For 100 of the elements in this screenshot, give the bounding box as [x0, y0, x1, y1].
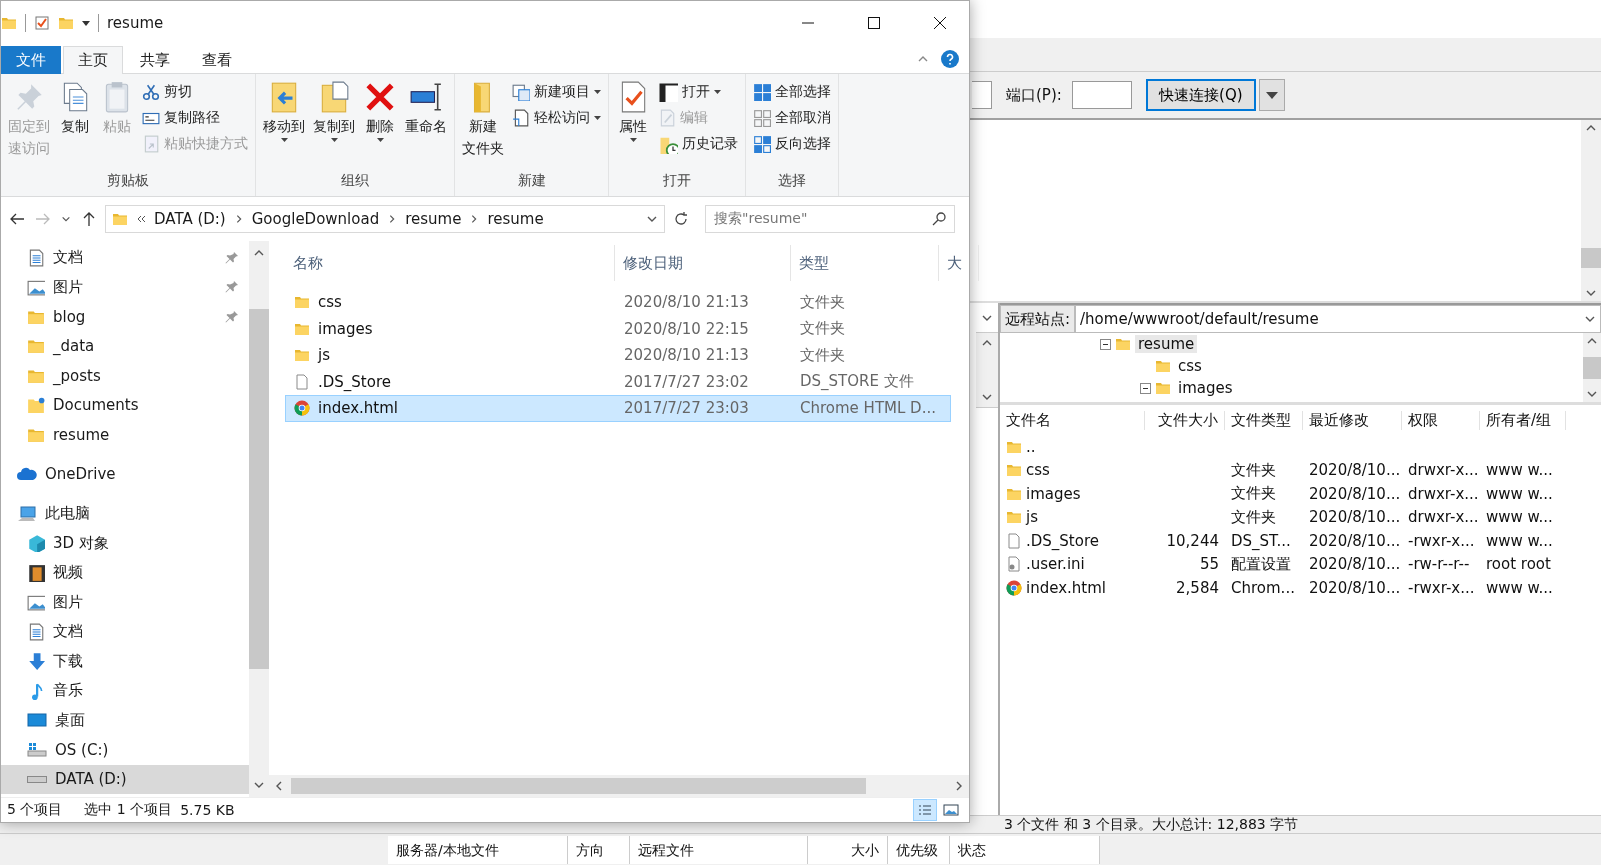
ribbon-tab[interactable]: 主页 [63, 46, 123, 74]
caret-down-icon [1265, 91, 1278, 99]
folder-icon [294, 294, 310, 311]
file-icon [1006, 532, 1022, 549]
nav-item[interactable]: 视频 [1, 558, 249, 588]
ribbon-button[interactable]: 反向选择 [750, 132, 834, 156]
ribbon-button[interactable]: 全部选择 [750, 80, 834, 104]
file-type: 文件夹 [800, 319, 845, 339]
nav-item[interactable]: 图片 [1, 587, 249, 617]
file-row[interactable]: images 2020/8/10 22:15 文件夹 [285, 315, 951, 342]
file-row[interactable]: index.html 2017/7/27 23:03 Chrome HTML D... [285, 395, 951, 422]
host-field[interactable] [972, 81, 992, 109]
folder-icon [1, 15, 17, 31]
nav-item[interactable]: Documents [1, 390, 249, 420]
column-header[interactable]: 大 [939, 245, 979, 281]
file-name[interactable]: images [1026, 484, 1081, 503]
nav-item[interactable]: 此电脑 [1, 499, 249, 529]
ribbon-button[interactable]: 历史记录 [655, 132, 741, 156]
file-name[interactable]: js [1026, 508, 1038, 527]
file-row[interactable]: js 2020/8/10 21:13 文件夹 [285, 342, 951, 369]
nav-item[interactable]: 音乐 [1, 676, 249, 706]
remote-path-field[interactable]: /home/wwwroot/default/resume [1075, 304, 1601, 333]
ribbon-button[interactable]: 移动到 [260, 78, 308, 172]
nav-item[interactable]: OS (C:) [1, 735, 249, 765]
column-header[interactable]: 文件大小 [1145, 410, 1225, 430]
breadcrumb[interactable]: DATA (D:) [154, 210, 226, 228]
column-header[interactable]: 权限 [1402, 410, 1480, 430]
column-header[interactable]: 文件类型 [1225, 410, 1303, 430]
scrollbar-thumb[interactable] [1581, 248, 1601, 268]
scrollbar-thumb[interactable] [291, 778, 866, 794]
nav-item[interactable]: blog [1, 302, 249, 332]
help-icon[interactable] [941, 50, 959, 68]
column-header[interactable]: 文件名 [1000, 410, 1145, 430]
tree-item[interactable]: resume [1135, 335, 1198, 353]
ribbon-button[interactable]: 剪切 [139, 80, 251, 104]
nav-item[interactable]: resume [1, 420, 249, 450]
column-header[interactable]: 远程文件 [630, 835, 808, 864]
dropdown-button[interactable] [1258, 79, 1285, 111]
ribbon-button[interactable]: 复制到 [310, 78, 358, 172]
cube-icon [27, 534, 45, 553]
column-header[interactable]: 服务器/本地文件 [388, 835, 568, 864]
port-field[interactable] [1071, 81, 1132, 109]
collapse-toggle[interactable] [1140, 382, 1151, 394]
file-row[interactable]: .DS_Store 2017/7/27 23:02 DS_STORE 文件 [285, 368, 951, 395]
group-label: 新建 [516, 172, 547, 190]
nav-item[interactable]: _posts [1, 361, 249, 391]
scrollbar-thumb[interactable] [249, 309, 269, 669]
column-header[interactable]: 名称 [285, 245, 615, 281]
select-all-icon [753, 83, 771, 101]
file-name[interactable]: .. [1026, 437, 1036, 456]
breadcrumb[interactable]: GoogleDownload [251, 210, 380, 228]
ribbon-button[interactable]: 复制 [55, 78, 95, 172]
ribbon-button[interactable]: 重命名 [402, 78, 450, 172]
column-header[interactable]: 方向 [568, 835, 630, 864]
ribbon-button[interactable]: 打开 [655, 80, 741, 104]
nav-item[interactable]: OneDrive [1, 459, 249, 489]
search-field[interactable]: 搜索"resume" [705, 205, 955, 233]
ribbon-button[interactable]: 全部取消 [750, 106, 834, 130]
file-menu-button[interactable]: 文件 [1, 46, 61, 74]
column-header[interactable]: 类型 [791, 245, 939, 281]
nav-item[interactable]: 3D 对象 [1, 528, 249, 558]
settings-file-icon [1006, 556, 1022, 573]
ribbon-button[interactable]: 新建项目 [509, 80, 604, 104]
nav-item[interactable]: DATA (D:) [1, 764, 249, 794]
file-name[interactable]: index.html [1026, 578, 1106, 597]
ribbon-button[interactable]: 轻松访问 [509, 106, 604, 130]
nav-item[interactable]: 文档 [1, 243, 249, 273]
collapse-toggle[interactable] [1100, 338, 1111, 350]
nav-item[interactable]: 文档 [1, 617, 249, 647]
nav-item[interactable]: _data [1, 331, 249, 361]
nav-item[interactable]: 下载 [1, 646, 249, 676]
file-name[interactable]: .user.ini [1026, 555, 1085, 574]
tree-item[interactable]: images [1175, 379, 1236, 397]
nav-item[interactable]: 桌面 [1, 705, 249, 735]
quick-connect-button[interactable]: 快速连接(Q) [1145, 79, 1256, 111]
file-row[interactable]: css 2020/8/10 21:13 文件夹 [285, 289, 951, 316]
ribbon-button[interactable]: 新建 文件夹 [459, 78, 507, 172]
owner-group: www w... [1486, 484, 1553, 503]
address-bar[interactable]: DATA (D:) GoogleDownload resume resume [105, 205, 665, 233]
ribbon-button[interactable]: 删除 [360, 78, 400, 172]
breadcrumb[interactable]: resume [405, 210, 462, 228]
system-drive-icon [27, 741, 47, 758]
ribbon-tab[interactable]: 共享 [125, 46, 185, 74]
nav-item[interactable]: 图片 [1, 272, 249, 302]
column-header[interactable]: 所有者/组 [1480, 410, 1566, 430]
tree-item[interactable]: css [1175, 357, 1205, 375]
ribbon-tab[interactable]: 查看 [187, 46, 247, 74]
column-header[interactable]: 大小 [808, 835, 888, 864]
scrollbar-thumb[interactable] [1583, 356, 1601, 379]
column-header[interactable]: 最近修改 [1303, 410, 1402, 430]
column-header[interactable]: 优先级 [888, 835, 950, 864]
file-name[interactable]: .DS_Store [1026, 531, 1099, 550]
file-name[interactable]: css [1026, 461, 1050, 480]
ribbon-button[interactable]: 属性 [613, 78, 653, 172]
breadcrumb[interactable]: resume [487, 210, 544, 228]
details-view-button[interactable] [913, 799, 937, 821]
port-label: 端口(P): [1006, 85, 1062, 105]
ribbon-button[interactable]: 复制路径 [139, 106, 251, 130]
column-header[interactable]: 状态 [950, 835, 1100, 864]
column-header[interactable]: 修改日期 [615, 245, 791, 281]
